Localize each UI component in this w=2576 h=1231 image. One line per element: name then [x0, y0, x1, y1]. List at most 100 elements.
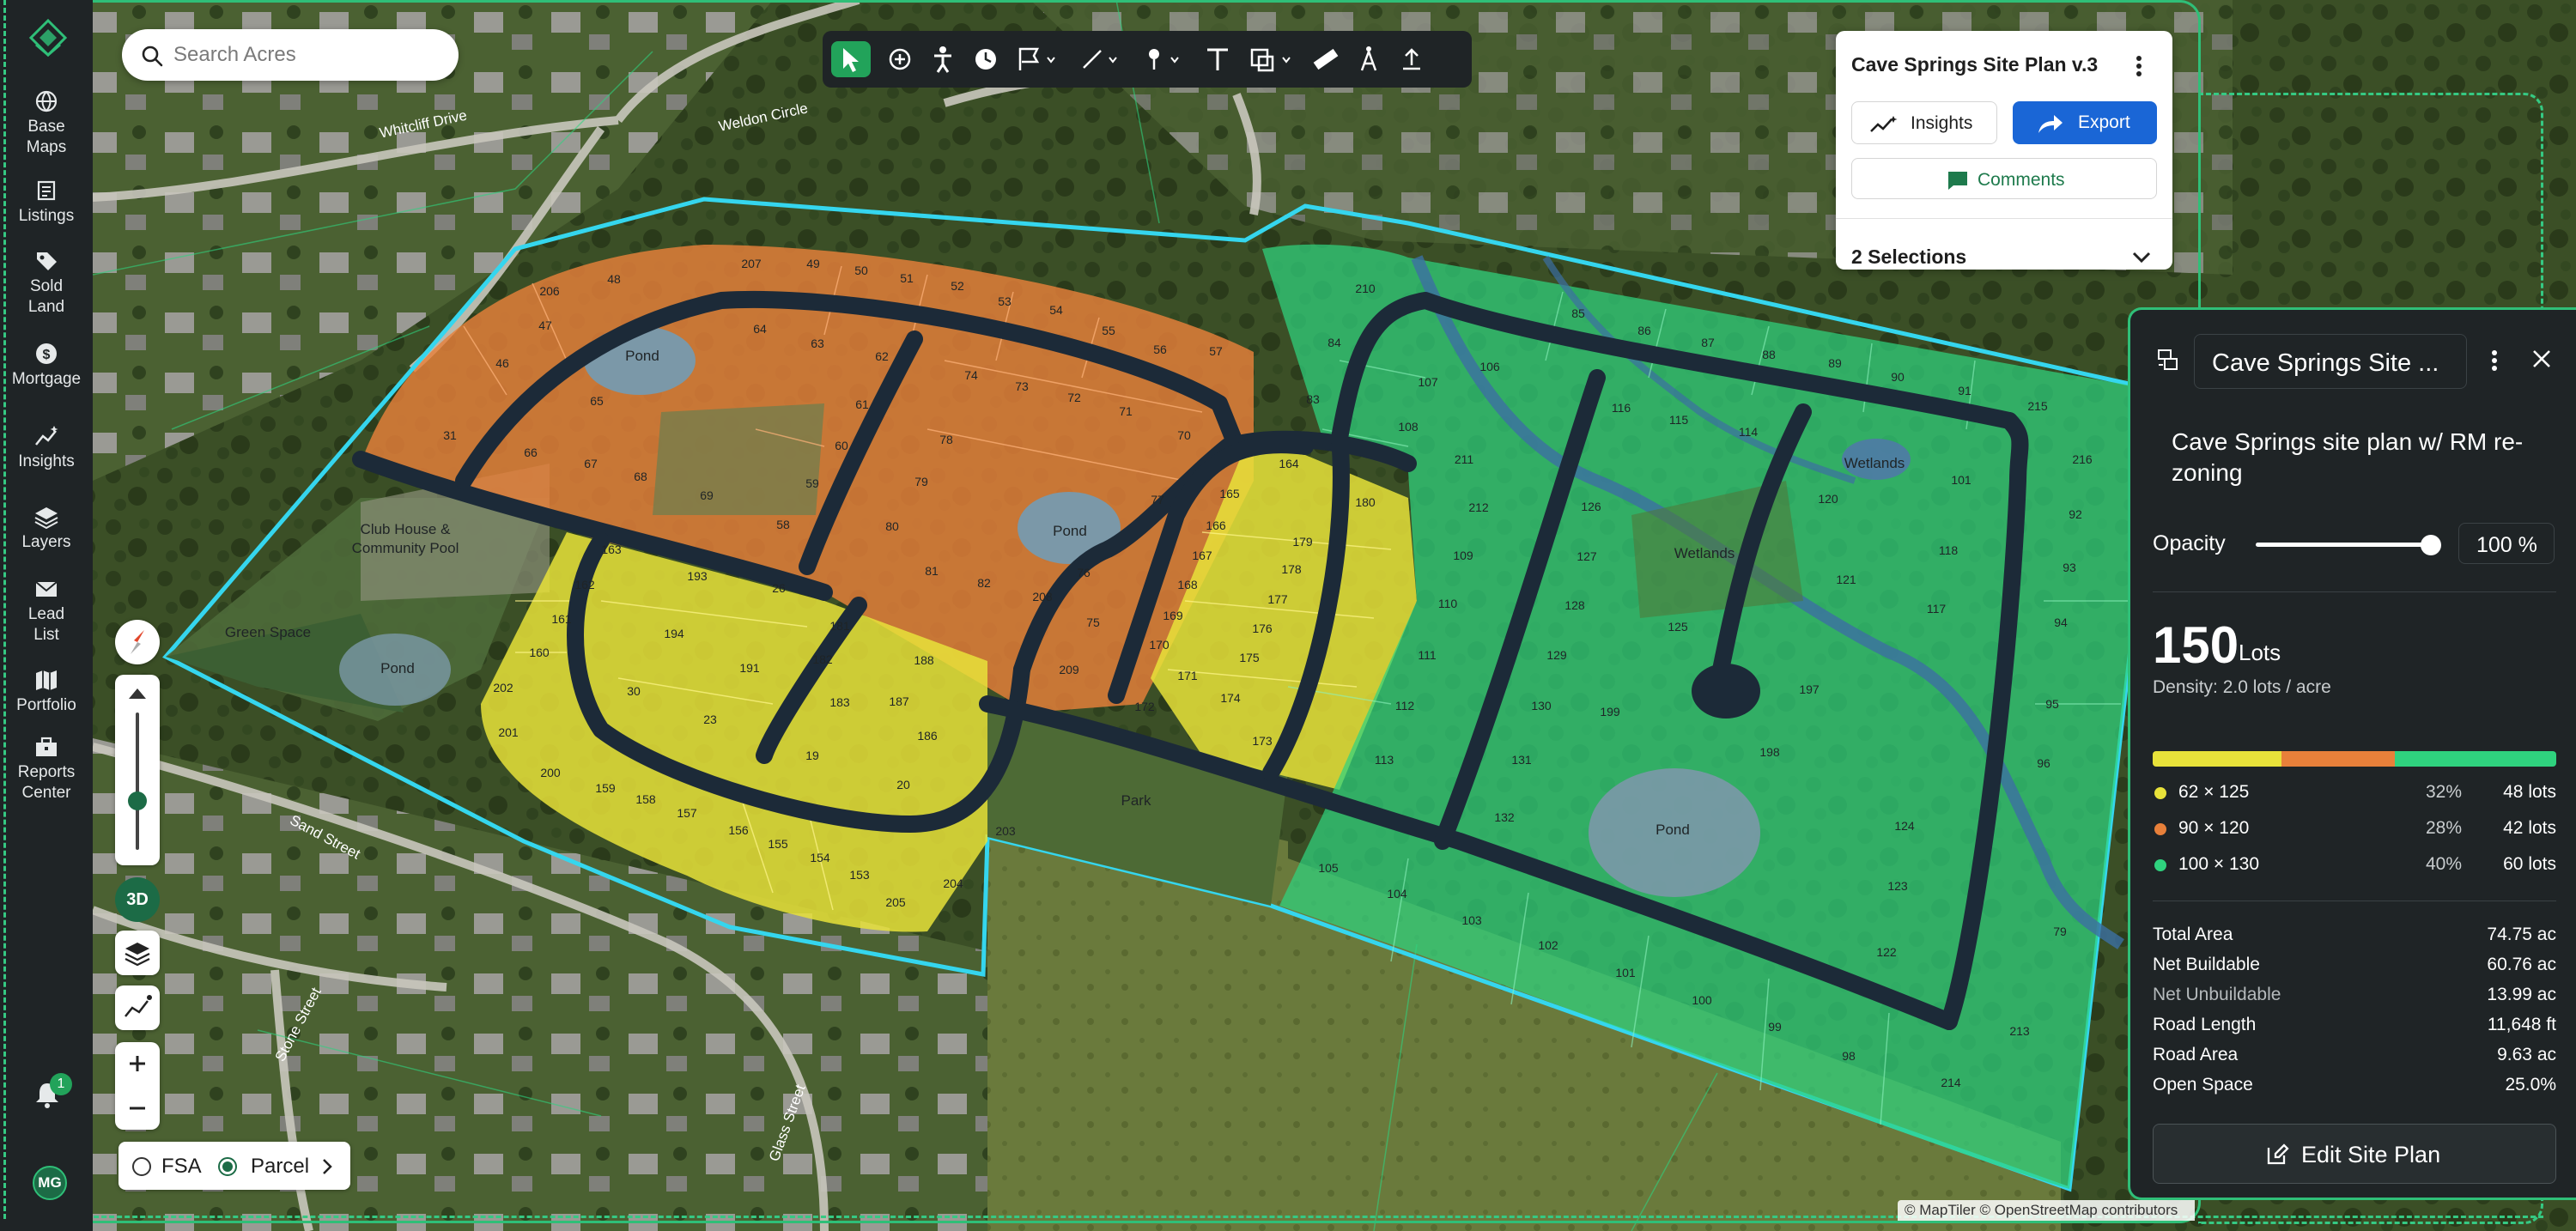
lot-number-yellow[interactable]: 158 — [635, 792, 656, 806]
lot-number-green[interactable]: 101 — [1615, 966, 1636, 979]
pitch-slider-handle[interactable] — [128, 791, 147, 810]
lot-number-orange[interactable]: 63 — [811, 337, 824, 350]
lot-number-orange[interactable]: 74 — [964, 368, 978, 382]
lot-number-green[interactable]: 98 — [1842, 1049, 1856, 1063]
lot-number-yellow[interactable]: 204 — [943, 876, 963, 890]
lot-number-orange[interactable]: 60 — [835, 439, 848, 452]
lot-number-green[interactable]: 101 — [1951, 473, 1971, 487]
lot-number-yellow[interactable]: 203 — [995, 824, 1016, 838]
lot-number-green[interactable]: 215 — [2027, 399, 2048, 413]
mountain-icon[interactable] — [115, 675, 160, 709]
selections-dropdown[interactable]: 2 Selections — [1851, 246, 2157, 275]
lot-number-yellow[interactable]: 182 — [812, 652, 833, 666]
lot-number-orange[interactable]: 65 — [590, 394, 604, 408]
site-plan-name-field[interactable]: Cave Springs Site ... — [2194, 334, 2467, 389]
lot-number-green[interactable]: 96 — [2037, 756, 2050, 770]
lot-number-green[interactable]: 211 — [1455, 452, 1474, 466]
lot-number-green[interactable]: 216 — [2072, 452, 2093, 466]
compass-button[interactable] — [115, 620, 160, 664]
opacity-slider-track[interactable] — [2256, 543, 2434, 547]
lot-number-green[interactable]: 130 — [1531, 699, 1552, 713]
lot-number-orange[interactable]: 68 — [634, 470, 647, 483]
lot-number-green[interactable]: 79 — [2053, 925, 2067, 938]
lot-number-yellow[interactable]: 187 — [889, 694, 909, 708]
lot-number-orange[interactable]: 56 — [1153, 343, 1167, 356]
lot-number-yellow[interactable]: 174 — [1220, 691, 1241, 705]
lot-number-yellow[interactable]: 153 — [849, 868, 870, 882]
lot-number-yellow[interactable]: 183 — [829, 695, 850, 709]
lot-number-yellow[interactable]: 164 — [1279, 457, 1299, 470]
export-button[interactable]: Export — [2013, 101, 2157, 144]
lot-number-yellow[interactable]: 161 — [551, 612, 572, 626]
ruler-tool-button[interactable] — [1309, 41, 1343, 77]
lot-number-yellow[interactable]: 162 — [574, 578, 595, 591]
lot-number-orange[interactable]: 79 — [914, 475, 928, 488]
text-tool-button[interactable] — [1200, 41, 1235, 77]
lot-number-orange[interactable]: 81 — [925, 564, 939, 578]
lot-number-orange[interactable]: 77 — [1151, 493, 1164, 506]
lot-number-yellow[interactable]: 165 — [1219, 487, 1240, 500]
lot-number-green[interactable]: 128 — [1564, 598, 1585, 612]
lot-number-orange[interactable]: 207 — [741, 257, 762, 270]
lot-number-yellow[interactable]: 30 — [627, 684, 641, 698]
lot-number-orange[interactable]: 62 — [875, 349, 889, 363]
lot-number-orange[interactable]: 78 — [939, 433, 953, 446]
lot-number-orange[interactable]: 51 — [900, 271, 914, 285]
lot-number-green[interactable]: 94 — [2054, 616, 2068, 629]
nav-item-lead-list[interactable]: Lead List — [0, 577, 93, 646]
lot-number-green[interactable]: 109 — [1453, 549, 1473, 562]
lot-number-yellow[interactable]: 175 — [1239, 651, 1260, 664]
lot-number-green[interactable]: 131 — [1511, 753, 1532, 767]
insights-button[interactable]: Insights — [1851, 101, 1997, 144]
lot-number-green[interactable]: 123 — [1887, 879, 1908, 893]
app-logo-icon[interactable] — [29, 19, 67, 57]
close-icon[interactable] — [2530, 348, 2553, 370]
flag-tool-button[interactable] — [1012, 41, 1060, 77]
lot-number-green[interactable]: 115 — [1669, 413, 1689, 427]
lot-number-yellow[interactable]: 201 — [498, 725, 519, 739]
lot-number-green[interactable]: 108 — [1398, 420, 1419, 434]
lot-number-yellow[interactable]: 23 — [703, 713, 717, 726]
lot-number-yellow[interactable]: 168 — [1177, 578, 1198, 591]
lot-number-yellow[interactable]: 186 — [917, 729, 938, 743]
lot-number-yellow[interactable]: 177 — [1267, 592, 1288, 606]
clock-tool-button[interactable] — [969, 41, 1003, 77]
lot-number-orange[interactable]: 208 — [1032, 590, 1053, 603]
lot-number-orange[interactable]: 61 — [855, 397, 869, 411]
pin-tool-button[interactable] — [1137, 41, 1185, 77]
lot-number-yellow[interactable]: 188 — [914, 653, 934, 667]
lot-number-green[interactable]: 197 — [1799, 682, 1820, 696]
user-avatar[interactable]: MG — [33, 1166, 67, 1200]
lot-number-orange[interactable]: 59 — [805, 476, 819, 490]
lot-number-green[interactable]: 122 — [1876, 945, 1897, 959]
lot-number-green[interactable]: 107 — [1418, 375, 1438, 389]
lot-number-green[interactable]: 86 — [1637, 324, 1651, 337]
lot-number-yellow[interactable]: 200 — [540, 766, 561, 779]
lot-number-orange[interactable]: 46 — [495, 356, 509, 370]
lot-number-orange[interactable]: 71 — [1119, 404, 1133, 418]
opacity-slider-handle[interactable] — [2421, 535, 2441, 555]
lot-number-yellow[interactable]: 163 — [601, 543, 622, 556]
nav-item-portfolio[interactable]: Portfolio — [0, 668, 93, 716]
lot-number-orange[interactable]: 209 — [1059, 663, 1079, 676]
lot-number-orange[interactable]: 64 — [753, 322, 767, 336]
lot-number-green[interactable]: 92 — [2069, 507, 2082, 521]
lot-number-yellow[interactable]: 170 — [1149, 638, 1170, 652]
lot-number-green[interactable]: 125 — [1668, 620, 1688, 634]
lot-number-green[interactable]: 103 — [1461, 913, 1482, 927]
lot-number-orange[interactable]: 206 — [539, 284, 560, 298]
lot-number-orange[interactable]: 82 — [977, 576, 991, 590]
lot-number-green[interactable]: 199 — [1600, 705, 1620, 719]
lot-number-green[interactable]: 83 — [1306, 392, 1320, 406]
nav-item-base-maps[interactable]: Base Maps — [0, 89, 93, 158]
lot-number-green[interactable]: 84 — [1327, 336, 1341, 349]
lot-number-green[interactable]: 95 — [2045, 697, 2059, 711]
lot-number-orange[interactable]: 50 — [854, 264, 868, 277]
lot-number-green[interactable]: 212 — [1468, 500, 1489, 514]
lot-number-green[interactable]: 99 — [1768, 1020, 1782, 1034]
upload-tool-button[interactable] — [1394, 41, 1429, 77]
fsa-radio[interactable] — [132, 1157, 151, 1176]
lot-number-green[interactable]: 112 — [1395, 699, 1415, 713]
nav-item-mortgage[interactable]: $ Mortgage — [0, 342, 93, 390]
lot-number-yellow[interactable]: 181 — [829, 619, 850, 633]
